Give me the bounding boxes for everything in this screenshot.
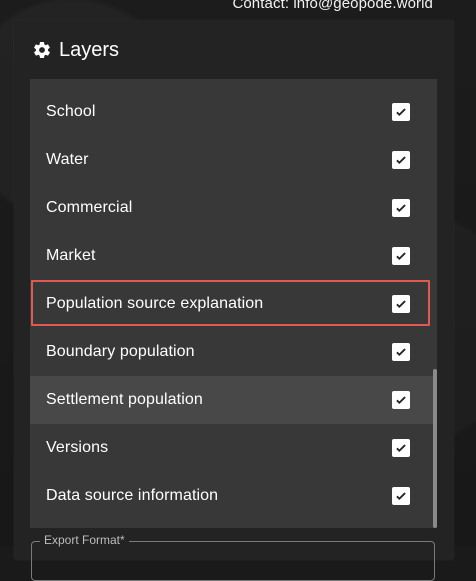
layer-row-data-source-information[interactable]: Data source information <box>30 472 434 520</box>
layer-row-versions[interactable]: Versions <box>30 424 434 472</box>
layer-row-market[interactable]: Market <box>30 232 434 280</box>
layer-checkbox[interactable] <box>392 343 410 361</box>
layer-checkbox[interactable] <box>392 487 410 505</box>
layer-label: Versions <box>46 439 109 456</box>
layer-row-population-source-explanation[interactable]: Population source explanation <box>30 280 434 328</box>
checkmark-icon <box>396 108 406 117</box>
export-format-label: Export Format* <box>40 534 129 546</box>
checkmark-icon <box>396 300 406 309</box>
layer-checkbox[interactable] <box>392 151 410 169</box>
gear-icon <box>34 41 50 59</box>
checkmark-icon <box>396 396 406 405</box>
layer-label: School <box>46 103 96 120</box>
checkmark-icon <box>396 444 406 453</box>
export-format-field[interactable]: Export Format* <box>31 534 435 581</box>
layer-label: Boundary population <box>46 343 195 360</box>
layer-checkbox[interactable] <box>392 295 410 313</box>
layer-checkbox[interactable] <box>392 103 410 121</box>
layer-checkbox[interactable] <box>392 439 410 457</box>
panel-title: Layers <box>59 39 120 61</box>
checkmark-icon <box>396 348 406 357</box>
layer-label: Data source information <box>46 487 219 504</box>
layer-label: Settlement population <box>46 391 203 408</box>
checkmark-icon <box>396 204 406 213</box>
layer-label: Commercial <box>46 199 133 216</box>
checkmark-icon <box>396 156 406 165</box>
checkmark-icon <box>396 252 406 261</box>
layer-checkbox[interactable] <box>392 247 410 265</box>
layer-row-settlement-population[interactable]: Settlement population <box>30 376 434 424</box>
contact-text: Contact: info@geopode.world <box>232 0 433 12</box>
layers-list: School Water Commercial Market Populatio <box>30 79 437 528</box>
scrollbar-thumb[interactable] <box>433 369 437 528</box>
layer-label: Water <box>46 151 89 168</box>
checkmark-icon <box>396 492 406 501</box>
layer-label: Market <box>46 247 96 264</box>
layer-row-boundary-population[interactable]: Boundary population <box>30 328 434 376</box>
layer-checkbox[interactable] <box>392 199 410 217</box>
layers-panel: Layers School Water Commercial Market Po… <box>14 20 454 560</box>
layer-row-commercial[interactable]: Commercial <box>30 184 434 232</box>
layer-row-water[interactable]: Water <box>30 136 434 184</box>
layer-row-school[interactable]: School <box>30 88 434 136</box>
layer-checkbox[interactable] <box>392 391 410 409</box>
layer-label: Population source explanation <box>46 295 264 312</box>
panel-header: Layers <box>32 38 119 62</box>
